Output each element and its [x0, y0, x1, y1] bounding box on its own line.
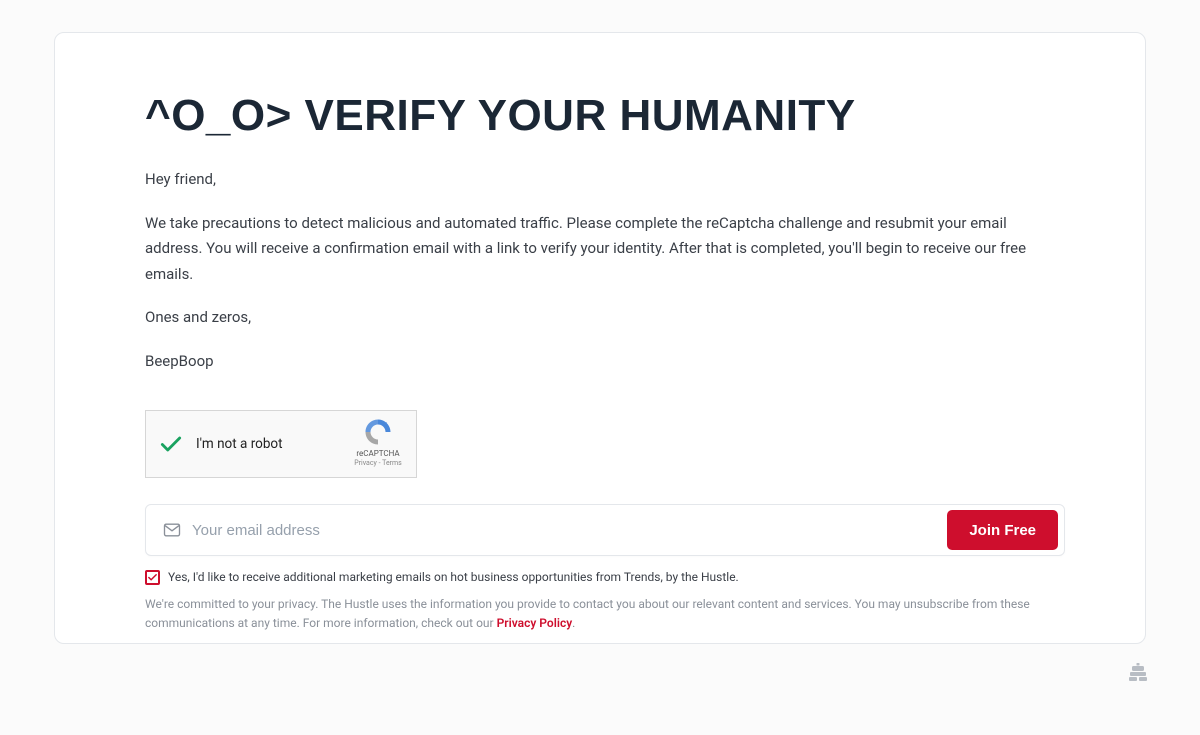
recaptcha-label: I'm not a robot — [196, 436, 283, 452]
checkmark-icon — [158, 431, 184, 457]
email-input[interactable] — [192, 522, 947, 539]
greeting-text: Hey friend, — [145, 167, 1055, 193]
signature-text: BeepBoop — [145, 349, 1055, 375]
consent-row: Yes, I'd like to receive additional mark… — [145, 570, 1055, 585]
recaptcha-brand: reCAPTCHA — [350, 449, 406, 458]
consent-checkbox[interactable] — [145, 570, 160, 585]
privacy-before: We're committed to your privacy. The Hus… — [145, 597, 1030, 630]
check-icon — [147, 572, 158, 583]
robot-icon — [1126, 661, 1150, 689]
signoff-text: Ones and zeros, — [145, 305, 1055, 331]
page-title: ^O_O> VERIFY YOUR HUMANITY — [145, 93, 1055, 139]
recaptcha-widget[interactable]: I'm not a robot reCAPTCHA Privacy - Term… — [145, 410, 417, 478]
privacy-policy-link[interactable]: Privacy Policy — [497, 616, 573, 630]
privacy-text: We're committed to your privacy. The Hus… — [145, 595, 1055, 632]
verify-card: ^O_O> VERIFY YOUR HUMANITY Hey friend, W… — [54, 32, 1146, 644]
recaptcha-icon — [363, 417, 393, 447]
recaptcha-badge: reCAPTCHA Privacy - Terms — [350, 417, 406, 467]
body-text: We take precautions to detect malicious … — [145, 211, 1055, 288]
email-signup-row: Join Free — [145, 504, 1065, 556]
privacy-after: . — [572, 616, 575, 630]
join-free-button[interactable]: Join Free — [947, 510, 1058, 550]
consent-text: Yes, I'd like to receive additional mark… — [168, 570, 739, 584]
mail-icon — [162, 520, 182, 540]
recaptcha-links[interactable]: Privacy - Terms — [350, 459, 406, 467]
